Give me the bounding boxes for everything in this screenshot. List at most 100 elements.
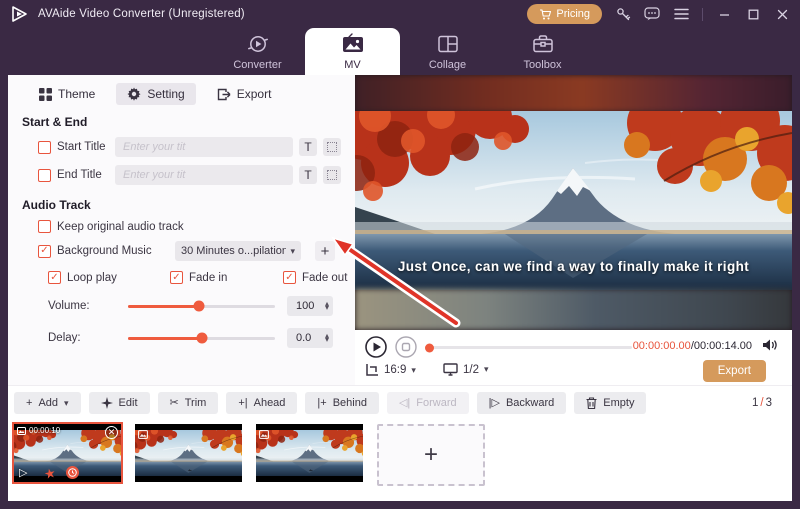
clip-thumbnail-image bbox=[256, 430, 363, 476]
end-title-label: End Title bbox=[57, 169, 109, 181]
music-file-name: 30 Minutes o...pilation.mp3 bbox=[181, 245, 286, 257]
add-music-button[interactable]: + bbox=[315, 241, 335, 261]
loop-play-option: ✓ Loop play bbox=[48, 271, 170, 284]
timeline-clip-3[interactable] bbox=[256, 424, 363, 482]
clip-play-icon[interactable]: ▷ bbox=[19, 468, 27, 479]
end-title-font-button[interactable]: T bbox=[299, 166, 317, 184]
empty-label: Empty bbox=[603, 397, 634, 409]
delay-slider[interactable] bbox=[128, 337, 275, 340]
insert-behind-icon: |+ bbox=[317, 398, 326, 409]
export-button[interactable]: Export bbox=[703, 360, 766, 382]
start-title-row: Start Title T bbox=[38, 137, 355, 157]
delay-label: Delay: bbox=[48, 332, 128, 344]
backward-button[interactable]: |▷ Backward bbox=[477, 392, 567, 414]
clip-effect-icon[interactable]: ★ bbox=[43, 466, 57, 481]
clip-duration: 00:00:10 bbox=[17, 426, 60, 435]
behind-label: Behind bbox=[333, 397, 367, 409]
forward-label: Forward bbox=[416, 397, 456, 409]
music-options-row: ✓ Loop play ✓ Fade in ✓ Fade out bbox=[48, 271, 355, 284]
minimize-button[interactable] bbox=[716, 6, 732, 22]
timeline-thumbnails: 00:00:10 ✕ ▷ ★ bbox=[8, 414, 792, 486]
stop-button[interactable] bbox=[395, 336, 417, 363]
loop-play-checkbox[interactable]: ✓ bbox=[48, 271, 61, 284]
add-clip-tile[interactable]: + bbox=[377, 424, 485, 486]
menu-icon[interactable] bbox=[673, 6, 689, 22]
volume-spinbox[interactable]: 100 ▴ ▾ bbox=[287, 296, 333, 316]
tab-converter[interactable]: Converter bbox=[210, 28, 305, 75]
aspect-ratio-control[interactable]: 16:9 ▾ bbox=[365, 363, 416, 377]
tab-setting[interactable]: Setting bbox=[116, 83, 195, 105]
start-title-input[interactable] bbox=[115, 137, 293, 157]
volume-row: Volume: 100 ▴ ▾ bbox=[48, 296, 355, 316]
start-title-position-button[interactable] bbox=[323, 138, 341, 156]
delay-slider-handle[interactable] bbox=[196, 333, 207, 344]
register-key-icon[interactable] bbox=[615, 6, 631, 22]
tab-toolbox-label: Toolbox bbox=[524, 59, 562, 71]
pricing-button[interactable]: Pricing bbox=[527, 4, 602, 24]
background-music-label: Background Music bbox=[57, 245, 169, 257]
background-music-checkbox[interactable]: ✓ bbox=[38, 245, 51, 258]
chevron-down-icon: ▾ bbox=[290, 246, 295, 257]
spin-down-icon[interactable]: ▾ bbox=[325, 306, 329, 310]
main-nav: Converter MV Collage Toolbox bbox=[0, 28, 800, 75]
move-backward-icon: |▷ bbox=[489, 398, 500, 409]
panel-tabs: Theme Setting Export bbox=[8, 75, 355, 105]
fade-out-checkbox[interactable]: ✓ bbox=[283, 271, 296, 284]
player-controls: 00:00:00.00/00:00:14.00 16:9 ▾ bbox=[355, 330, 792, 385]
forward-button[interactable]: ◁| Forward bbox=[387, 392, 469, 414]
start-title-label: Start Title bbox=[57, 141, 109, 153]
titlebar: AVAide Video Converter (Unregistered) Pr… bbox=[0, 0, 800, 28]
preview-page-control[interactable]: 1/2 ▾ bbox=[443, 363, 489, 376]
spin-down-icon[interactable]: ▾ bbox=[325, 338, 329, 342]
end-title-checkbox[interactable] bbox=[38, 169, 51, 182]
delay-spinbox[interactable]: 0.0 ▴ ▾ bbox=[287, 328, 333, 348]
progress-handle[interactable] bbox=[425, 343, 434, 352]
feedback-icon[interactable] bbox=[644, 6, 660, 22]
keep-original-label: Keep original audio track bbox=[57, 221, 184, 233]
tab-toolbox[interactable]: Toolbox bbox=[495, 28, 590, 75]
trim-button[interactable]: ✂ Trim bbox=[158, 392, 219, 414]
fade-out-label: Fade out bbox=[302, 272, 347, 284]
start-title-font-button[interactable]: T bbox=[299, 138, 317, 156]
fade-in-checkbox[interactable]: ✓ bbox=[170, 271, 183, 284]
ahead-button[interactable]: +| Ahead bbox=[226, 392, 297, 414]
video-preview[interactable]: Just Once, can we find a way to finally … bbox=[355, 75, 792, 330]
converter-icon bbox=[247, 33, 269, 55]
tab-mv[interactable]: MV bbox=[305, 28, 400, 75]
volume-slider-handle[interactable] bbox=[193, 301, 204, 312]
timeline-clip-2[interactable] bbox=[135, 424, 242, 482]
tab-theme[interactable]: Theme bbox=[28, 83, 106, 105]
tab-collage[interactable]: Collage bbox=[400, 28, 495, 75]
add-button[interactable]: + Add ▾ bbox=[14, 392, 81, 414]
music-file-dropdown[interactable]: 30 Minutes o...pilation.mp3 ▾ bbox=[175, 241, 301, 261]
behind-button[interactable]: |+ Behind bbox=[305, 392, 379, 414]
clip-trim-icon[interactable] bbox=[66, 466, 79, 479]
maximize-button[interactable] bbox=[745, 6, 761, 22]
edit-button[interactable]: Edit bbox=[89, 392, 150, 414]
empty-button[interactable]: Empty bbox=[574, 392, 646, 414]
timeline-clip-1[interactable]: 00:00:10 ✕ ▷ ★ bbox=[14, 424, 121, 482]
volume-icon[interactable] bbox=[762, 338, 778, 357]
progress-bar[interactable] bbox=[427, 346, 632, 349]
toolbox-icon bbox=[532, 33, 554, 55]
close-button[interactable] bbox=[774, 6, 790, 22]
play-button[interactable] bbox=[365, 336, 387, 363]
volume-spinner[interactable]: ▴ ▾ bbox=[325, 302, 333, 311]
fade-out-option: ✓ Fade out bbox=[283, 271, 347, 284]
monitor-icon bbox=[443, 363, 458, 376]
plus-icon: + bbox=[26, 398, 32, 409]
ahead-label: Ahead bbox=[254, 397, 286, 409]
scissors-icon: ✂ bbox=[170, 398, 179, 409]
start-title-checkbox[interactable] bbox=[38, 141, 51, 154]
tab-collage-label: Collage bbox=[429, 59, 466, 71]
volume-slider[interactable] bbox=[128, 305, 275, 308]
delay-spinner[interactable]: ▴ ▾ bbox=[325, 334, 333, 343]
tab-export[interactable]: Export bbox=[206, 83, 283, 105]
remove-clip-icon[interactable]: ✕ bbox=[105, 426, 118, 439]
end-title-input[interactable] bbox=[115, 165, 293, 185]
app-title: AVAide Video Converter (Unregistered) bbox=[38, 8, 245, 20]
keep-original-checkbox[interactable] bbox=[38, 220, 51, 233]
aspect-ratio-value: 16:9 bbox=[384, 364, 406, 376]
end-title-position-button[interactable] bbox=[323, 166, 341, 184]
pricing-label: Pricing bbox=[556, 8, 590, 20]
